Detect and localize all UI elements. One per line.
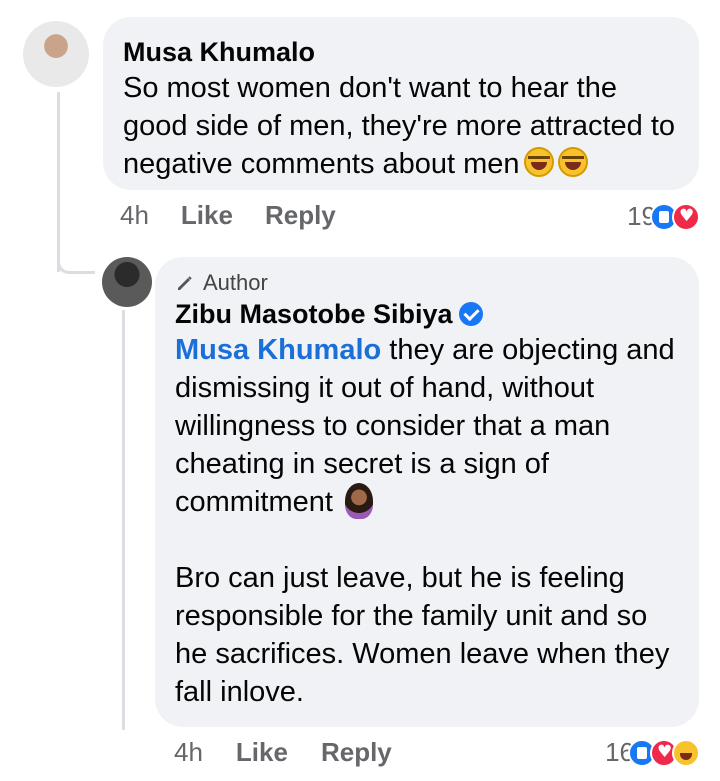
thread-line bbox=[57, 92, 60, 272]
reaction-summary[interactable]: 16 bbox=[605, 737, 700, 768]
laughing-emoji-icon bbox=[557, 147, 588, 177]
avatar[interactable] bbox=[102, 257, 152, 307]
like-button[interactable]: Like bbox=[236, 737, 288, 768]
comment-bubble: Musa Khumalo So most women don't want to… bbox=[103, 17, 699, 190]
author-badge-label: Author bbox=[203, 270, 268, 295]
reply-button[interactable]: Reply bbox=[321, 737, 392, 768]
laughing-emoji-icon bbox=[523, 147, 554, 177]
reply-actions: 4h Like Reply bbox=[174, 737, 392, 768]
like-button[interactable]: Like bbox=[181, 200, 233, 231]
thread-connector bbox=[57, 262, 95, 274]
reply-button[interactable]: Reply bbox=[265, 200, 336, 231]
mention-link[interactable]: Musa Khumalo bbox=[175, 334, 381, 366]
author-badge: Author bbox=[175, 269, 679, 297]
haha-reaction-icon bbox=[672, 738, 700, 767]
love-reaction-icon bbox=[672, 202, 700, 231]
woman-tipping-hand-emoji-icon bbox=[344, 483, 373, 519]
avatar[interactable] bbox=[23, 21, 89, 87]
timestamp[interactable]: 4h bbox=[174, 737, 203, 768]
comment-actions: 4h Like Reply bbox=[120, 200, 336, 231]
reaction-summary[interactable]: 19 bbox=[627, 201, 700, 232]
timestamp[interactable]: 4h bbox=[120, 200, 149, 231]
reply-text-part2: Bro can just leave, but he is feeling re… bbox=[175, 562, 670, 708]
reply-thread-line bbox=[122, 310, 125, 730]
reply-text: Musa Khumalo they are objecting and dism… bbox=[175, 331, 679, 521]
verified-badge-icon bbox=[458, 302, 483, 326]
pencil-icon bbox=[178, 276, 192, 290]
comment-author[interactable]: Musa Khumalo bbox=[123, 35, 679, 69]
comment-text-body: So most women don't want to hear the goo… bbox=[123, 72, 676, 180]
reply-author: Zibu Masotobe Sibiya bbox=[175, 297, 679, 331]
comment-text: So most women don't want to hear the goo… bbox=[123, 69, 679, 183]
reply-author-name[interactable]: Zibu Masotobe Sibiya bbox=[175, 299, 453, 329]
reply-bubble: Author Zibu Masotobe Sibiya Musa Khumalo… bbox=[155, 257, 699, 727]
